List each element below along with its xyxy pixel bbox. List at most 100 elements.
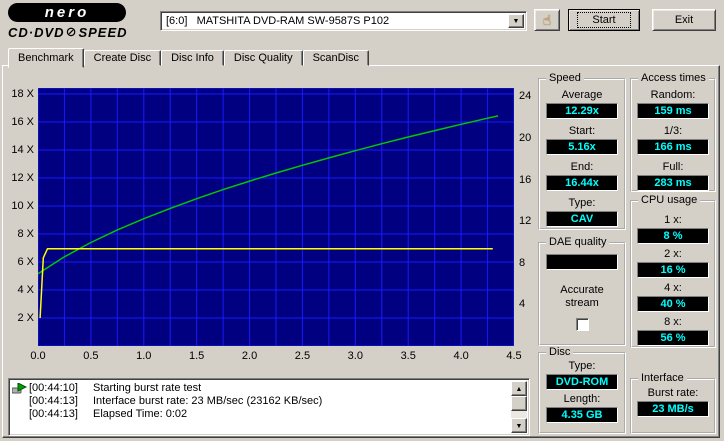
cpu_usage-label: 2 x: (664, 248, 682, 260)
cd-dvd-speed-wordmark: CD·DVD SPEED (8, 24, 158, 40)
x-axis-tick: 4.5 (506, 350, 522, 362)
interface-value: 23 MB/s (637, 401, 709, 417)
cpu_usage-item: 4 x: 40 % (637, 282, 709, 312)
nero-wordmark: nero (44, 4, 90, 21)
speed-item: End: 16.44x (546, 161, 618, 191)
speed-item: Start: 5.16x (546, 125, 618, 155)
interface-panel-title: Interface (638, 372, 687, 384)
speed-item: Type: CAV (546, 197, 618, 227)
disc-icon (65, 24, 79, 40)
dae-quality-panel-title: DAE quality (546, 236, 610, 248)
log-timestamp: [00:44:13] (29, 395, 78, 407)
tab-disc-quality[interactable]: Disc Quality (223, 50, 303, 66)
y-axis-left-tick: 2 X (17, 312, 34, 324)
dae-quality-panel: DAE quality Accurate stream (538, 236, 626, 346)
disc-value: DVD-ROM (546, 374, 618, 390)
access-times-panel: Access times Random: 159 ms 1/3: 166 ms Full… (630, 72, 716, 192)
speed-label: Start: (568, 125, 596, 137)
speed-label: Average (561, 89, 603, 101)
exit-button[interactable]: Exit (652, 9, 716, 31)
disc-panel-title: Disc (546, 346, 574, 358)
log-line: [00:44:13] Elapsed Time: 0:02 (12, 408, 510, 421)
dae-quality-value (546, 254, 618, 270)
y-axis-left-tick: 14 X (11, 144, 34, 156)
cpu_usage-item: 1 x: 8 % (637, 214, 709, 244)
log-message: Elapsed Time: 0:02 (93, 408, 188, 420)
drive-select[interactable]: [6:0] MATSHITA DVD-RAM SW-9587S P102 (160, 11, 527, 31)
x-axis-tick: 2.0 (241, 350, 258, 362)
scroll-thumb[interactable] (511, 396, 527, 411)
access_times-value: 159 ms (637, 103, 709, 119)
scroll-down-button[interactable] (511, 418, 527, 433)
accurate-stream-label: Accurate stream (560, 284, 604, 309)
cpu_usage-value: 56 % (637, 330, 709, 346)
tab-create-disc[interactable]: Create Disc (83, 50, 162, 66)
log-line: [00:44:10] Starting burst rate test (12, 382, 510, 395)
status-log-lines: [00:44:10] Starting burst rate test [00:44… (12, 382, 510, 433)
y-axis-left-tick: 12 X (11, 172, 34, 184)
log-timestamp: [00:44:13] (29, 408, 78, 420)
cpu_usage-label: 8 x: (664, 316, 682, 328)
cpu-usage-panel-title: CPU usage (638, 194, 701, 206)
benchmark-chart-plot (38, 88, 514, 346)
access_times-item: Full: 283 ms (637, 161, 709, 191)
status-log[interactable]: [00:44:10] Starting burst rate test [00:44… (8, 378, 530, 436)
pointing-hand-icon (543, 12, 552, 29)
tab-benchmark[interactable]: Benchmark (8, 48, 84, 68)
access_times-label: 1/3: (663, 125, 683, 137)
log-message: Interface burst rate: 23 MB/sec (23162 K… (93, 395, 323, 407)
x-axis-tick: 0.0 (30, 350, 46, 362)
cd-dvd-text: CD·DVD (8, 24, 65, 40)
cpu_usage-value: 40 % (637, 296, 709, 312)
tab-bar: Benchmark Create Disc Disc Info Disc Qualit… (8, 47, 370, 68)
x-axis-tick: 2.5 (294, 350, 311, 362)
disc-panel: Disc Type: DVD-ROM Length: 4.35 GB (538, 346, 626, 434)
scroll-up-button[interactable] (511, 381, 527, 396)
access_times-value: 166 ms (637, 139, 709, 155)
cpu_usage-label: 1 x: (664, 214, 682, 226)
log-scrollbar[interactable] (511, 381, 527, 433)
access-times-panel-title: Access times (638, 72, 709, 84)
access_times-label: Random: (650, 89, 696, 101)
y-axis-left-tick: 6 X (17, 256, 34, 268)
speed-panel: Speed Average 12.29x Start: 5.16x End: 16.44x… (538, 72, 626, 230)
access_times-value: 283 ms (637, 175, 709, 191)
x-axis-tick: 0.5 (83, 350, 99, 362)
access_times-label: Full: (662, 161, 684, 173)
select-hand-button[interactable] (534, 9, 560, 31)
tab-scandisc[interactable]: ScanDisc (302, 50, 370, 66)
cpu_usage-value: 8 % (637, 228, 709, 244)
log-timestamp: [00:44:10] (29, 382, 78, 394)
chevron-down-icon[interactable] (508, 14, 524, 28)
disc-label: Type: (568, 360, 596, 372)
disc-item: Length: 4.35 GB (546, 393, 618, 423)
cpu_usage-value: 16 % (637, 262, 709, 278)
cpu_usage-label: 4 x: (664, 282, 682, 294)
disc-item: Type: DVD-ROM (546, 360, 618, 390)
tab-disc-info[interactable]: Disc Info (161, 50, 224, 66)
speed-value: 16.44x (546, 175, 618, 191)
speed-label: Type: (568, 197, 596, 209)
disc-value: 4.35 GB (546, 407, 618, 423)
nero-cd-dvd-speed-window: nero CD·DVD SPEED [6:0] MATSHITA DVD-RAM … (0, 0, 724, 441)
y-axis-left-tick: 8 X (17, 228, 34, 240)
speed-item: Average 12.29x (546, 89, 618, 119)
interface-panel: Interface Burst rate: 23 MB/s (630, 372, 716, 434)
y-axis-left-tick: 16 X (11, 116, 34, 129)
x-axis-tick: 4.0 (453, 350, 469, 362)
speed-value: CAV (546, 211, 618, 227)
start-button[interactable]: Start (568, 9, 640, 31)
speed-panel-title: Speed (546, 72, 584, 84)
cpu-usage-panel: CPU usage 1 x: 8 % 2 x: 16 % 4 x: 40 % 8 x: 56 … (630, 194, 716, 348)
nero-logo: nero (8, 3, 126, 22)
speed-text: SPEED (78, 24, 128, 40)
access_times-item: 1/3: 166 ms (637, 125, 709, 155)
log-line: [00:44:13] Interface burst rate: 23 MB/se… (12, 395, 510, 408)
y-axis-left-tick: 18 X (11, 88, 34, 101)
log-message: Starting burst rate test (93, 382, 202, 394)
interface-item: Burst rate: 23 MB/s (637, 387, 709, 417)
speed-value: 5.16x (546, 139, 618, 155)
accurate-stream-checkbox[interactable] (575, 318, 589, 331)
disc-label: Length: (563, 393, 601, 405)
x-axis-tick: 3.0 (347, 350, 363, 362)
